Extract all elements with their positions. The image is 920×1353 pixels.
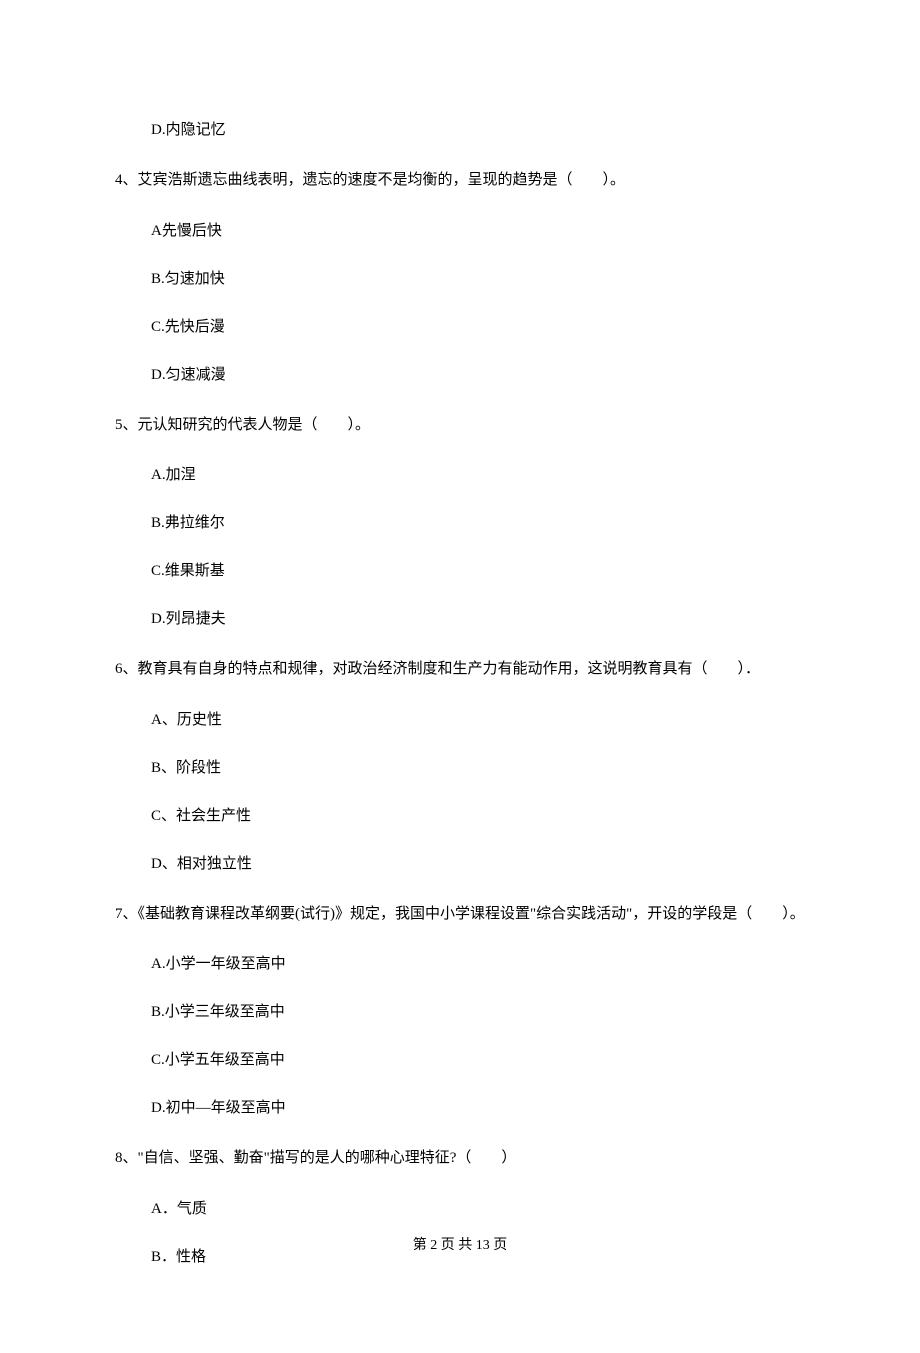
question-number: 4、 (115, 172, 138, 188)
question-7-options: A.小学一年级至高中 B.小学三年级至高中 C.小学五年级至高中 D.初中—年级… (151, 952, 805, 1120)
option-a: A先慢后快 (151, 219, 805, 243)
option-c: C、社会生产性 (151, 804, 805, 828)
question-4: 4、艾宾浩斯遗忘曲线表明，遗忘的速度不是均衡的，呈现的趋势是（ ）。 (115, 166, 805, 195)
question-text: 艾宾浩斯遗忘曲线表明，遗忘的速度不是均衡的，呈现的趋势是（ ）。 (138, 172, 626, 188)
option-d: D.匀速减漫 (151, 363, 805, 387)
question-text: "自信、坚强、勤奋"描写的是人的哪种心理特征?（ ） (138, 1150, 517, 1166)
option-c: C.维果斯基 (151, 559, 805, 583)
option-d: D.列昂捷夫 (151, 607, 805, 631)
option-d: D.初中—年级至高中 (151, 1096, 805, 1120)
question-7: 7、《基础教育课程改革纲要(试行)》规定，我国中小学课程设置"综合实践活动"，开… (115, 900, 805, 929)
question-number: 7、 (115, 906, 138, 922)
option-a: A、历史性 (151, 708, 805, 732)
option-a: A.加涅 (151, 463, 805, 487)
option-d: D、相对独立性 (151, 852, 805, 876)
question-text: 元认知研究的代表人物是（ ）。 (138, 417, 371, 433)
question-8: 8、"自信、坚强、勤奋"描写的是人的哪种心理特征?（ ） (115, 1144, 805, 1173)
question-number: 8、 (115, 1150, 138, 1166)
question-text: 教育具有自身的特点和规律，对政治经济制度和生产力有能动作用，这说明教育具有（ ）… (138, 661, 761, 677)
question-text: 《基础教育课程改革纲要(试行)》规定，我国中小学课程设置"综合实践活动"，开设的… (138, 906, 805, 922)
option-c: C.小学五年级至高中 (151, 1048, 805, 1072)
question-5: 5、元认知研究的代表人物是（ ）。 (115, 411, 805, 440)
document-page: D.内隐记忆 4、艾宾浩斯遗忘曲线表明，遗忘的速度不是均衡的，呈现的趋势是（ ）… (0, 0, 920, 1353)
question-number: 5、 (115, 417, 138, 433)
question-number: 6、 (115, 661, 138, 677)
option-b: B.小学三年级至高中 (151, 1000, 805, 1024)
question-4-options: A先慢后快 B.匀速加快 C.先快后漫 D.匀速减漫 (151, 219, 805, 387)
leading-option-d: D.内隐记忆 (151, 118, 805, 142)
question-6-options: A、历史性 B、阶段性 C、社会生产性 D、相对独立性 (151, 708, 805, 876)
option-a: A.小学一年级至高中 (151, 952, 805, 976)
option-a: A．气质 (151, 1197, 805, 1221)
question-5-options: A.加涅 B.弗拉维尔 C.维果斯基 D.列昂捷夫 (151, 463, 805, 631)
option-b: B.匀速加快 (151, 267, 805, 291)
page-footer: 第 2 页 共 13 页 (0, 1234, 920, 1254)
option-b: B、阶段性 (151, 756, 805, 780)
option-b: B.弗拉维尔 (151, 511, 805, 535)
question-6: 6、教育具有自身的特点和规律，对政治经济制度和生产力有能动作用，这说明教育具有（… (115, 655, 805, 684)
question-8-options: A．气质 B．性格 (151, 1197, 805, 1269)
option-c: C.先快后漫 (151, 315, 805, 339)
